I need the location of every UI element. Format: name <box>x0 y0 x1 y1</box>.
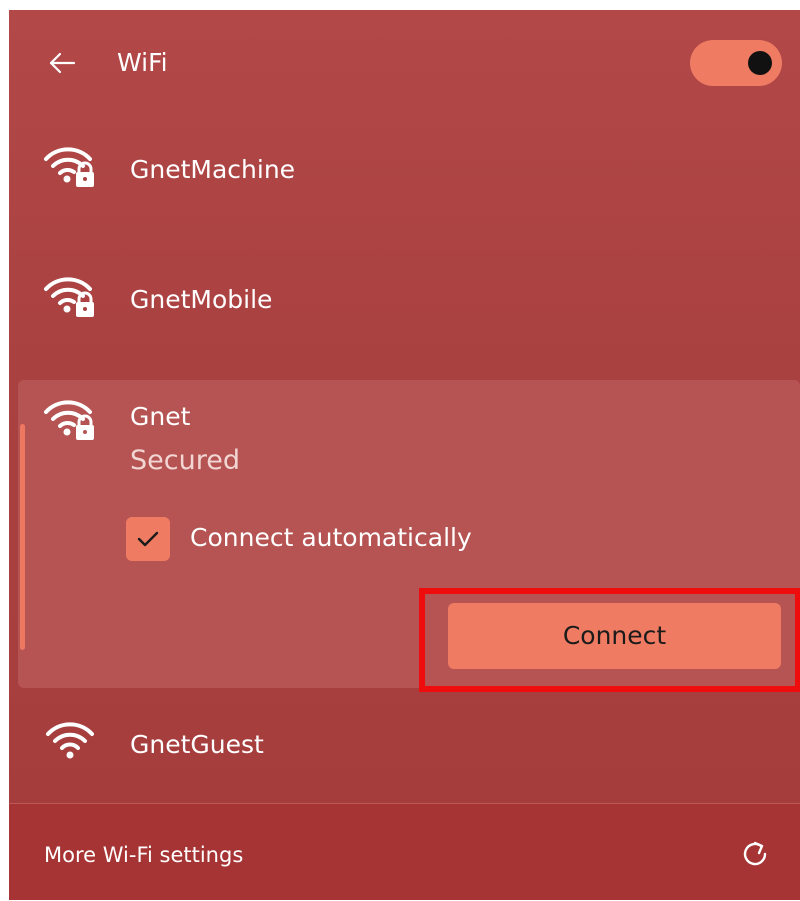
footer-bar: More Wi-Fi settings <box>9 803 800 900</box>
selection-indicator <box>20 424 25 650</box>
wifi-lock-icon <box>42 143 98 189</box>
wifi-flyout-panel: WiFi GnetMachine GnetMobile Gnet Secured… <box>9 10 800 900</box>
network-item-gnetguest[interactable]: GnetGuest <box>9 710 800 790</box>
wifi-lock-icon <box>42 273 98 319</box>
wifi-toggle-switch[interactable] <box>690 40 782 86</box>
connect-automatically-checkbox[interactable] <box>126 517 170 561</box>
back-arrow-icon[interactable] <box>47 48 77 78</box>
refresh-icon[interactable] <box>739 838 771 870</box>
connect-automatically-label: Connect automatically <box>190 523 472 552</box>
network-name: GnetMachine <box>130 155 296 184</box>
wifi-lock-icon <box>42 396 98 442</box>
network-security-status: Secured <box>130 445 240 476</box>
network-item-gnetmachine[interactable]: GnetMachine <box>9 138 800 218</box>
connect-button[interactable]: Connect <box>448 603 781 669</box>
network-item-gnetmobile[interactable]: GnetMobile <box>9 268 800 348</box>
wifi-icon <box>42 718 98 764</box>
toggle-knob <box>748 51 772 75</box>
network-name: GnetMobile <box>130 285 273 314</box>
network-name: Gnet <box>130 402 191 431</box>
checkmark-icon <box>137 531 159 547</box>
network-name: GnetGuest <box>130 730 264 759</box>
more-wifi-settings-link[interactable]: More Wi-Fi settings <box>44 842 243 868</box>
page-title: WiFi <box>117 48 168 77</box>
